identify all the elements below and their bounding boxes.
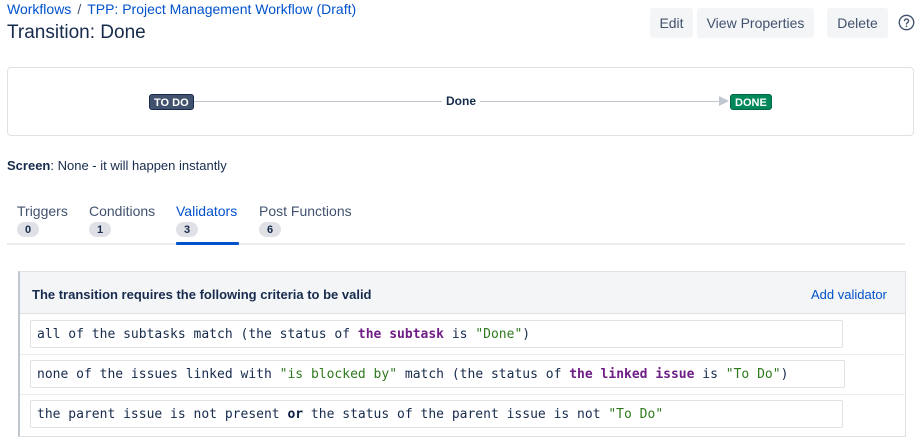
tab-validators[interactable]: Validators (176, 203, 237, 219)
page-title: Transition: Done (7, 22, 146, 43)
breadcrumb: Workflows / TPP: Project Management Workfl… (7, 1, 356, 17)
tab-conditions[interactable]: Conditions (89, 203, 155, 219)
breadcrumb-workflow-link[interactable]: TPP: Project Management Workflow (Draft) (87, 1, 356, 17)
rule-text: the parent issue is not present (37, 406, 288, 422)
rule-text: all of the subtasks match (the status of (37, 326, 358, 342)
rule-keyword: the linked issue (569, 366, 695, 382)
transition-name-label: Done (442, 93, 480, 109)
edit-button[interactable]: Edit (650, 8, 693, 38)
tab-validators-count: 3 (176, 222, 198, 237)
add-validator-link[interactable]: Add validator (811, 287, 887, 302)
tab-triggers[interactable]: Triggers (17, 203, 68, 219)
tabs-underline (7, 243, 905, 245)
status-lozenge-from: TO DO (149, 94, 194, 110)
transition-arrow-head (719, 96, 729, 106)
tab-post-functions-count: 6 (259, 222, 281, 237)
breadcrumb-workflows-link[interactable]: Workflows (7, 1, 71, 17)
screen-info-value: : None - it will happen instantly (50, 158, 227, 173)
rule-string: "is blocked by" (279, 366, 398, 382)
tab-triggers-count: 0 (17, 222, 39, 237)
question-circle-icon[interactable] (898, 14, 915, 31)
status-lozenge-to: DONE (730, 94, 772, 110)
validator-rule[interactable]: the parent issue is not present or the s… (30, 400, 843, 428)
rule-text: is (694, 366, 726, 382)
rule-string: "Done" (475, 326, 523, 342)
tab-conditions-count: 1 (89, 222, 111, 237)
rule-text: is (444, 326, 476, 342)
screen-info-label: Screen (7, 158, 51, 173)
validators-panel-title: The transition requires the following cr… (32, 287, 372, 302)
tab-post-functions[interactable]: Post Functions (259, 203, 352, 219)
tab-active-indicator (176, 242, 239, 245)
rule-divider (20, 354, 905, 355)
rule-string: "To Do" (725, 366, 781, 382)
validator-rule[interactable]: none of the issues linked with "is block… (30, 360, 845, 388)
breadcrumb-separator: / (77, 1, 82, 17)
rule-text: match (the status of (397, 366, 570, 382)
rule-keyword: or (287, 406, 304, 422)
rule-text: ) (522, 326, 531, 342)
screen-info: Screen: None - it will happen instantly (7, 158, 227, 173)
rule-text: the status of the parent issue is not (303, 406, 609, 422)
rule-divider (20, 394, 905, 395)
validator-rule[interactable]: all of the subtasks match (the status of… (30, 320, 843, 348)
rule-keyword: the subtask (357, 326, 444, 342)
view-properties-button[interactable]: View Properties (697, 8, 814, 38)
rule-text: none of the issues linked with (37, 366, 280, 382)
rule-text: ) (780, 366, 789, 382)
rule-string: "To Do" (608, 406, 664, 422)
delete-button[interactable]: Delete (827, 8, 888, 38)
